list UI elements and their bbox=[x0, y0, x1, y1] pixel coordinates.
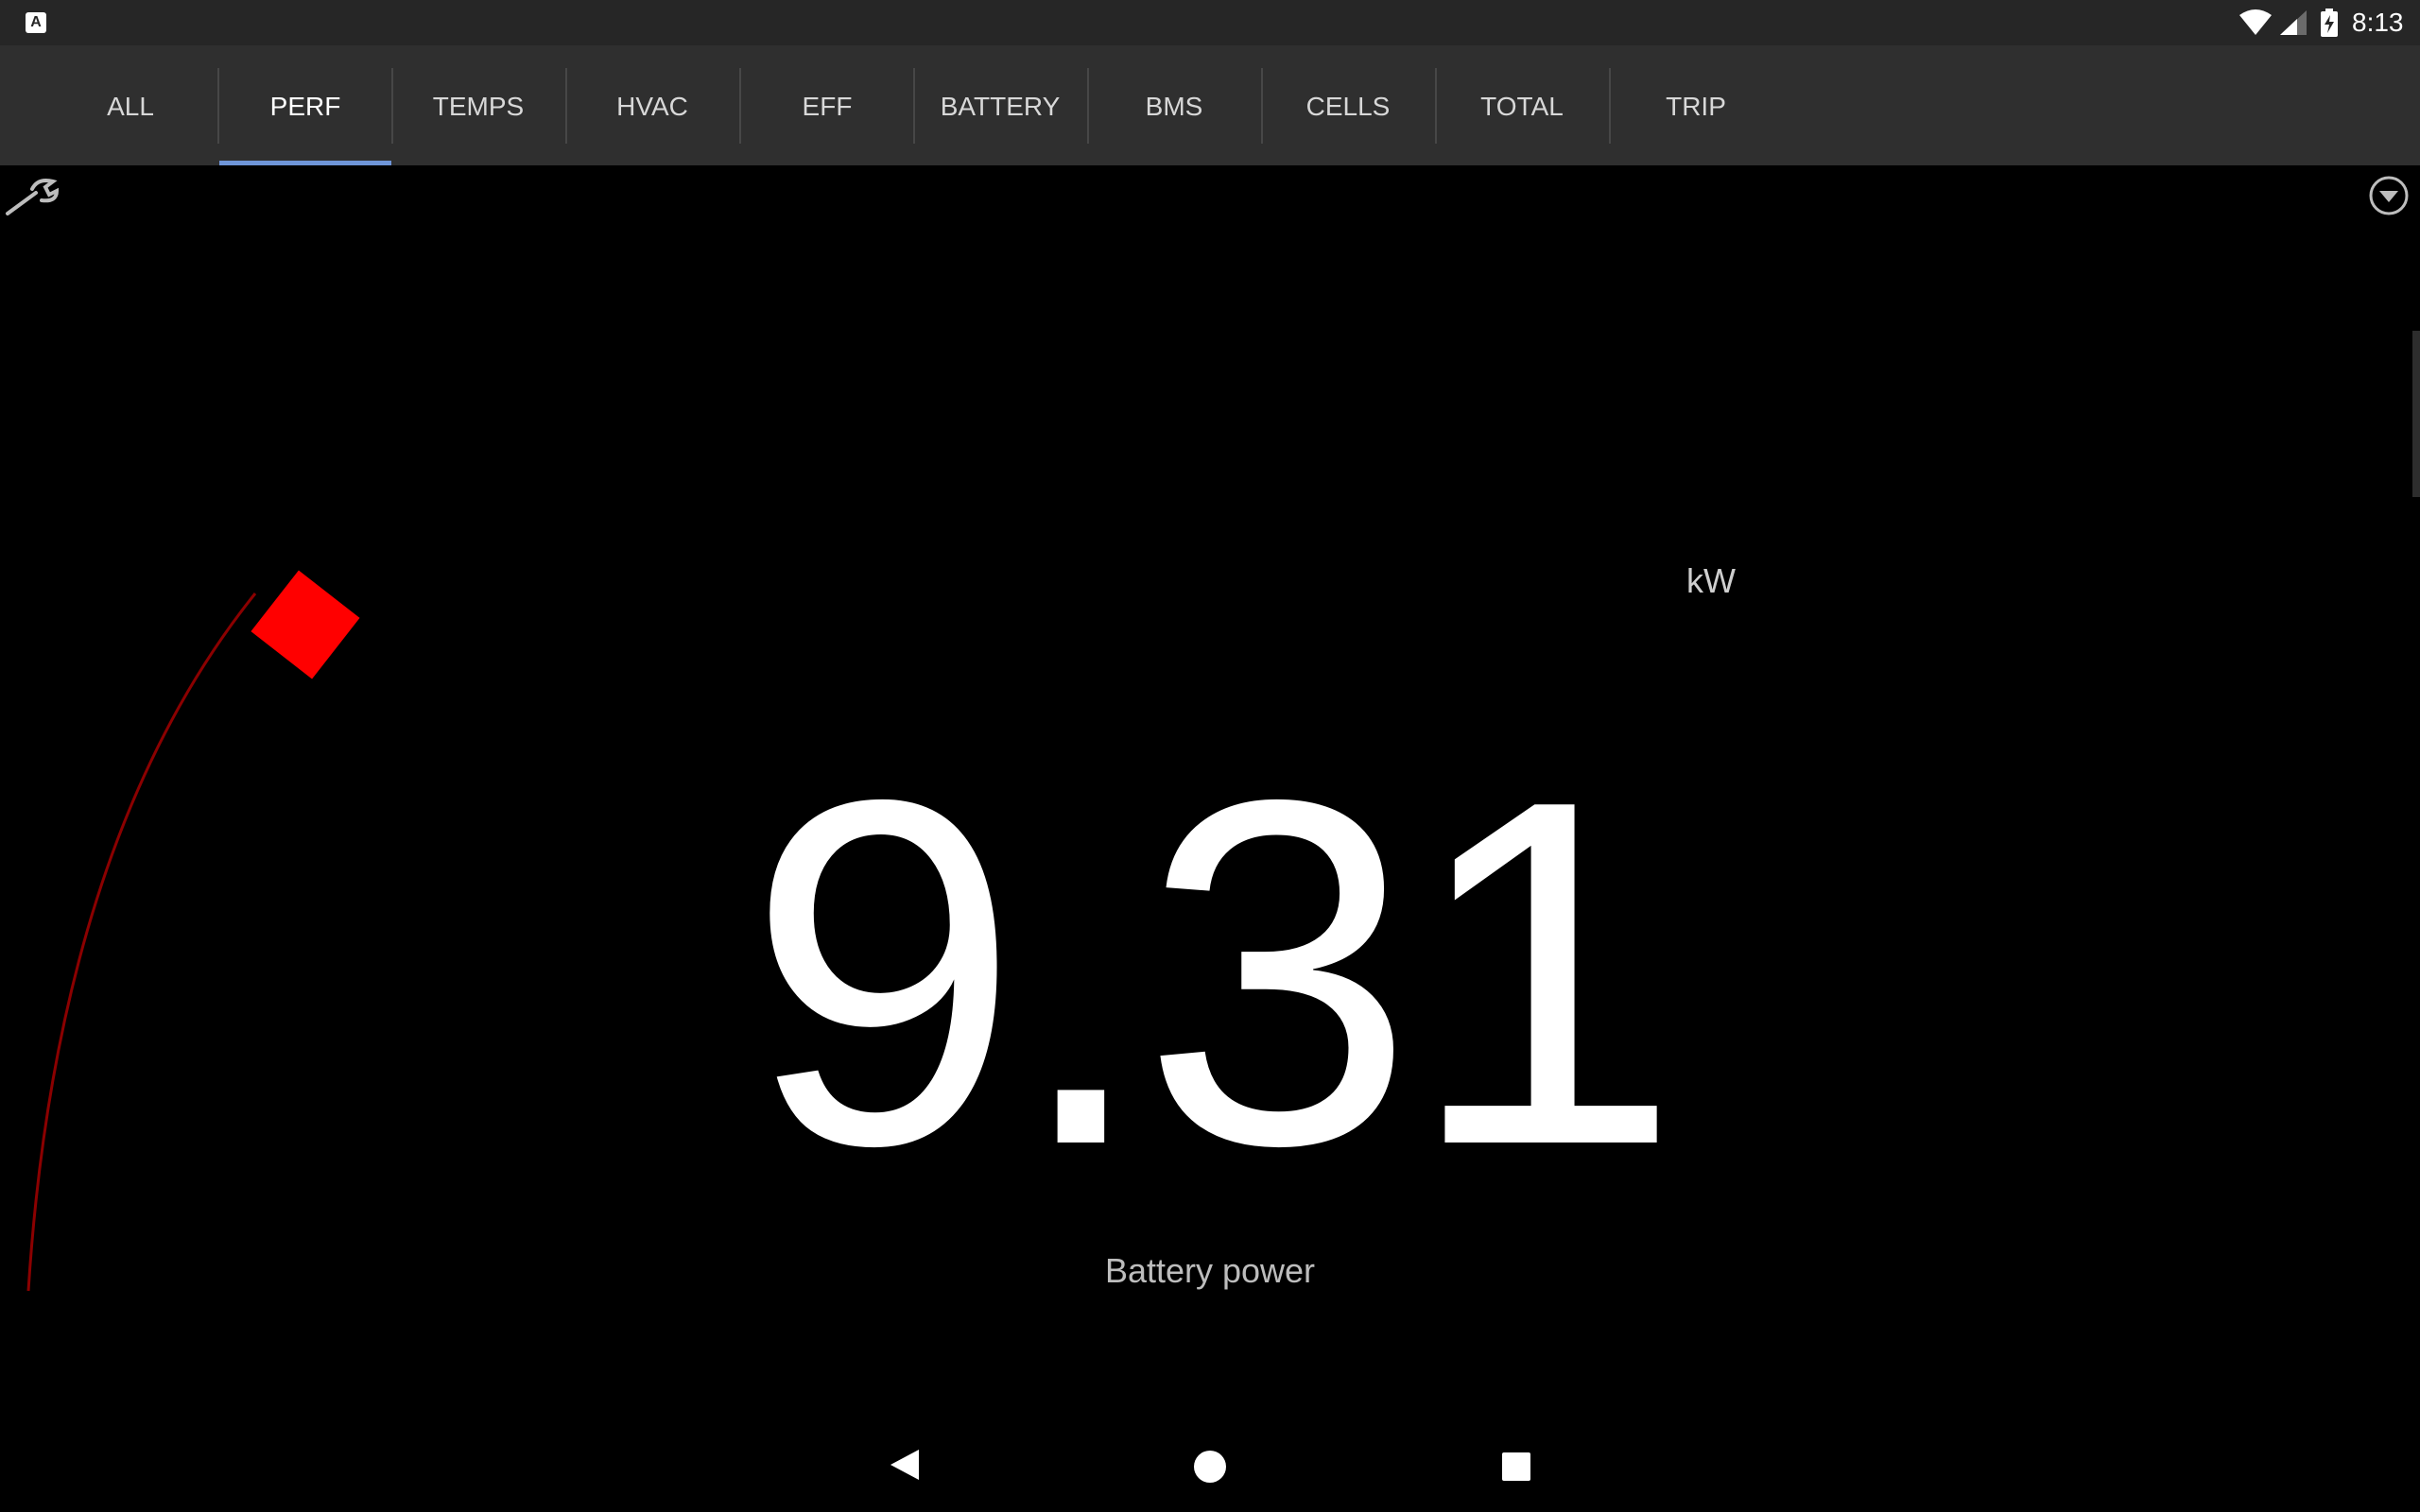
app-root: A 8:13 ALL PERF TEMPS HVAC EFF BATTERY B… bbox=[0, 0, 2420, 1512]
back-icon[interactable] bbox=[885, 1446, 923, 1484]
recents-icon[interactable] bbox=[1501, 1452, 1531, 1482]
value-caption: Battery power bbox=[1104, 1251, 1316, 1290]
home-icon[interactable] bbox=[1193, 1450, 1227, 1484]
gauge-marker bbox=[251, 570, 360, 679]
unit-label: kW bbox=[1686, 561, 1736, 600]
battery-power-value: 9.31 bbox=[746, 698, 1681, 1247]
